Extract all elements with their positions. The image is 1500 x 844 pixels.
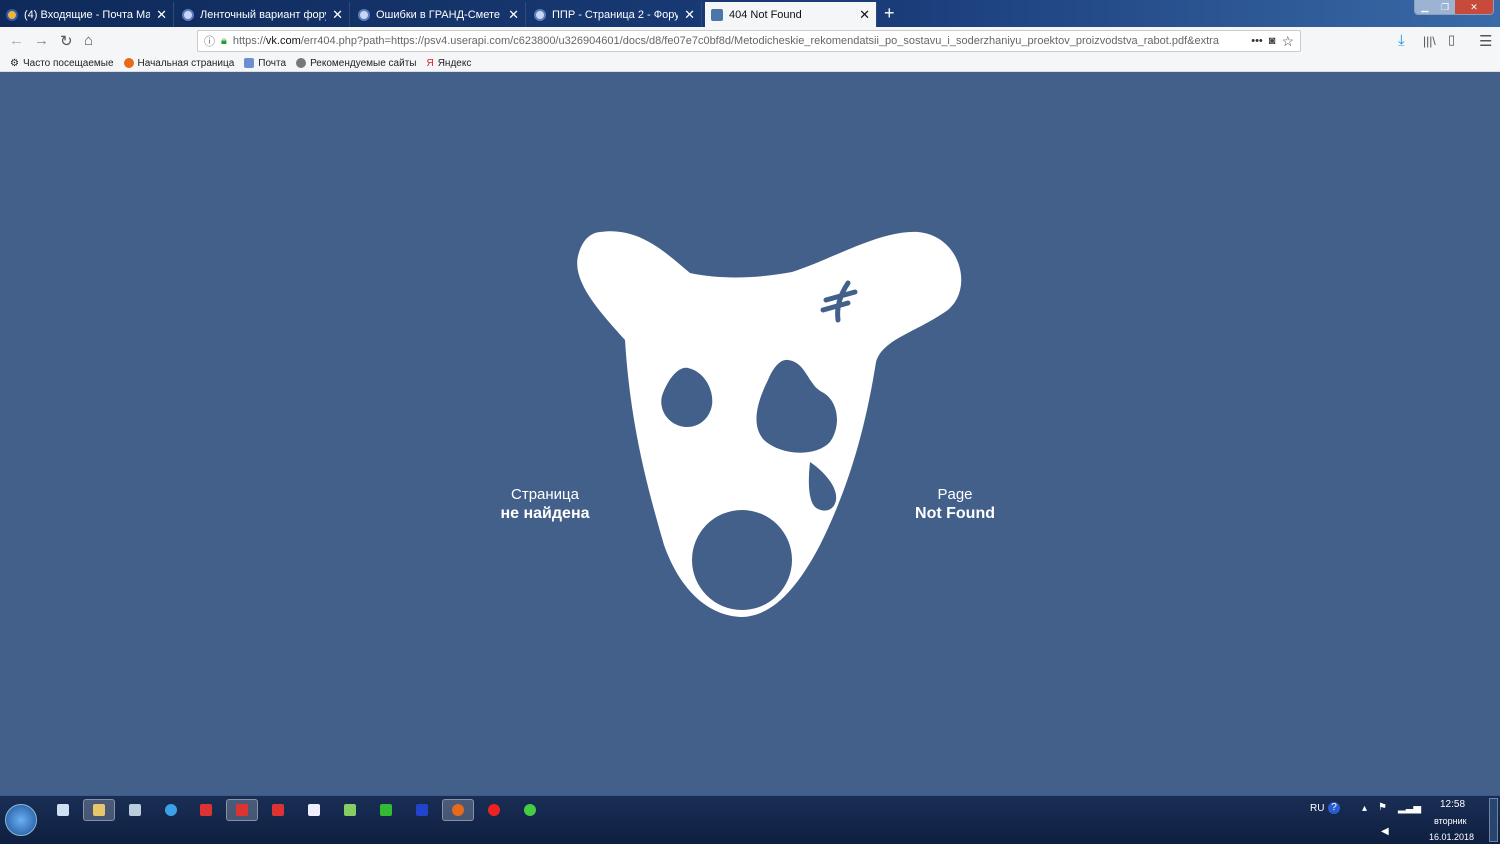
bookmarks-bar: ⚙ Часто посещаемые Начальная страница Поч… (0, 55, 1500, 72)
clock-date: 16.01.2018 (1429, 832, 1475, 842)
firefox-icon (123, 58, 134, 68)
vk-icon (711, 8, 723, 21)
taskbar-ie[interactable] (155, 799, 187, 821)
network-icon[interactable]: ▂▃▅ (1398, 803, 1421, 814)
maximize-button[interactable]: ❐ (1435, 0, 1455, 14)
show-desktop-button[interactable] (1489, 798, 1498, 842)
bookmark-recommended[interactable]: Рекомендуемые сайты (296, 58, 416, 69)
window-controls: ▁ ❐ ✕ (1414, 0, 1494, 15)
action-center-flag-icon[interactable]: ⚑ (1378, 802, 1387, 813)
more-icon[interactable]: ••• (1251, 35, 1263, 47)
bookmark-yandex[interactable]: Я Яндекс (426, 58, 471, 69)
tab-forum[interactable]: Ленточный вариант форума -✕ (176, 2, 350, 27)
nav-bar: ← → ↻ ⌂ ⓘ 🔒︎ https://vk.com/err404.php?p… (0, 27, 1500, 55)
taskbar-opera[interactable] (478, 799, 510, 821)
close-icon[interactable]: ✕ (156, 7, 167, 23)
start-button[interactable] (5, 804, 37, 836)
help-icon[interactable]: ? (1328, 802, 1340, 814)
close-icon[interactable]: ✕ (332, 7, 343, 23)
pocket-icon[interactable]: ◙ (1269, 35, 1276, 47)
close-icon[interactable]: ✕ (508, 7, 519, 23)
mail-icon (6, 8, 18, 21)
taskbar-firefox[interactable] (442, 799, 474, 821)
taskbar-app[interactable] (47, 799, 79, 821)
taskbar-app[interactable] (119, 799, 151, 821)
bookmark-start-page[interactable]: Начальная страница (123, 58, 234, 69)
tab-404[interactable]: 404 Not Found ✕ (705, 2, 877, 27)
mouth (692, 510, 792, 610)
download-icon[interactable]: ⤓ (1398, 32, 1405, 49)
taskbar-app[interactable] (406, 799, 438, 821)
info-icon[interactable]: ⓘ (204, 33, 215, 49)
globe-icon (534, 8, 546, 21)
bookmark-most-visited[interactable]: ⚙ Часто посещаемые (10, 58, 114, 69)
tab-errors[interactable]: Ошибки в ГРАНД-Смете верс✕ (352, 2, 526, 27)
taskbar: RU ? ▴ ⚑ ▂▃▅ ◀ 12:58 вторник 16.01.2018 (0, 795, 1500, 844)
not-found-ru: Страница не найдена (500, 486, 590, 522)
home-button[interactable]: ⌂ (84, 32, 93, 49)
library-icon[interactable]: |||\ (1423, 34, 1436, 48)
star-icon[interactable]: ☆ (1281, 33, 1294, 50)
taskbar-app[interactable] (190, 799, 222, 821)
not-found-en: Page Not Found (915, 486, 995, 522)
taskbar-app[interactable] (298, 799, 330, 821)
taskbar-app[interactable] (514, 799, 546, 821)
volume-icon[interactable]: ◀ (1381, 826, 1389, 837)
reload-button[interactable]: ↻ (60, 32, 73, 50)
close-window-button[interactable]: ✕ (1455, 0, 1493, 14)
tab-mail[interactable]: (4) Входящие - Почта Mail.Ru✕ (0, 2, 174, 27)
yandex-icon: Я (426, 57, 434, 69)
taskbar-explorer[interactable] (83, 799, 115, 821)
close-icon[interactable]: ✕ (859, 7, 870, 23)
clock-day: вторник (1434, 816, 1467, 826)
globe-icon (296, 58, 307, 68)
show-hidden-icons[interactable]: ▴ (1362, 803, 1367, 814)
tab-bar: (4) Входящие - Почта Mail.Ru✕ Ленточный … (0, 0, 1500, 27)
tab-ppr[interactable]: ППР - Страница 2 - Форум см✕ (528, 2, 702, 27)
back-button[interactable]: ← (9, 32, 24, 49)
forward-button[interactable]: → (34, 32, 49, 49)
mail-icon (244, 58, 255, 68)
url-bar[interactable]: ⓘ 🔒︎ https://vk.com/err404.php?path=http… (197, 30, 1301, 52)
error-page: Страница не найдена Page Not Found (0, 72, 1500, 795)
sidebar-icon[interactable]: ▯ (1448, 32, 1455, 48)
new-tab-button[interactable]: + (884, 3, 895, 24)
globe-icon (358, 8, 370, 21)
vk-dog-404-illustration (577, 231, 962, 617)
globe-icon (182, 8, 194, 21)
close-icon[interactable]: ✕ (684, 7, 695, 23)
language-indicator[interactable]: RU (1310, 803, 1324, 814)
bookmark-mail[interactable]: Почта (244, 58, 286, 69)
taskbar-app[interactable] (370, 799, 402, 821)
taskbar-app[interactable] (334, 799, 366, 821)
clock-time[interactable]: 12:58 (1440, 799, 1465, 810)
minimize-button[interactable]: ▁ (1415, 0, 1435, 14)
taskbar-app[interactable] (226, 799, 258, 821)
gear-icon: ⚙ (10, 57, 19, 69)
taskbar-app[interactable] (262, 799, 294, 821)
menu-icon[interactable]: ☰ (1479, 32, 1492, 50)
lock-icon: 🔒︎ (221, 34, 227, 47)
